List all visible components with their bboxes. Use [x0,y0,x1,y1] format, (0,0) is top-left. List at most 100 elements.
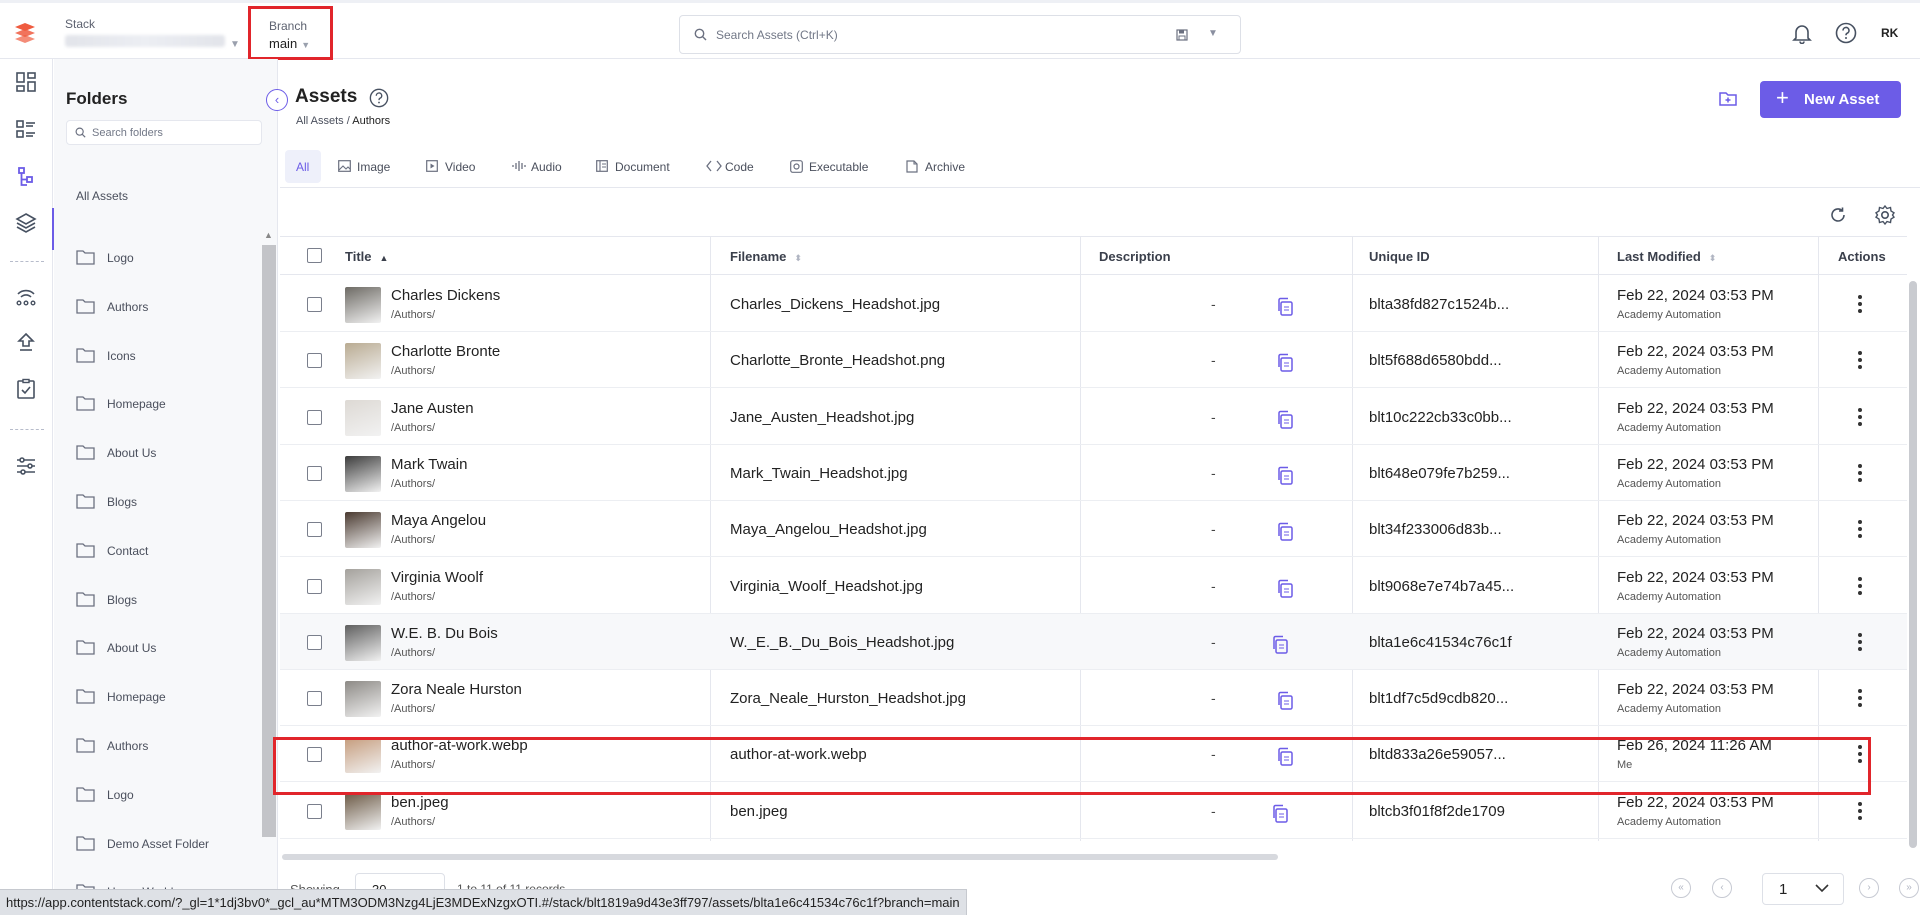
table-row[interactable]: Charlotte Bronte/Authors/Charlotte_Bront… [280,332,1907,389]
copy-icon[interactable] [1276,353,1294,373]
table-horizontal-scrollbar[interactable] [282,854,1278,860]
more-actions-icon[interactable] [1857,687,1863,709]
copy-icon[interactable] [1276,691,1294,711]
asset-title[interactable]: ben.jpeg [391,794,449,811]
more-actions-icon[interactable] [1857,293,1863,315]
table-row[interactable]: Charles Dickens/Authors/Charles_Dickens_… [280,276,1907,332]
asset-thumbnail[interactable] [345,624,381,661]
publish-queue-icon[interactable] [14,331,38,355]
first-page-icon[interactable]: « [1671,878,1691,898]
copy-icon[interactable] [1271,635,1289,655]
prev-page-icon[interactable]: ‹ [1712,878,1732,898]
copy-icon[interactable] [1271,804,1289,824]
asset-thumbnail[interactable] [345,343,381,380]
copy-icon[interactable] [1276,522,1294,542]
asset-title[interactable]: W.E. B. Du Bois [391,625,498,642]
asset-thumbnail[interactable] [345,568,381,605]
notification-bell-icon[interactable] [1791,22,1813,44]
webhooks-icon[interactable] [14,284,38,308]
more-actions-icon[interactable] [1857,406,1863,428]
asset-title[interactable]: Charlotte Bronte [391,343,500,360]
row-checkbox[interactable] [307,297,322,312]
chevron-down-icon[interactable]: ▼ [1208,28,1218,39]
table-row[interactable]: Mark Twain/Authors/Mark_Twain_Headshot.j… [280,445,1907,501]
breadcrumb-root[interactable]: All Assets [296,115,344,127]
select-all-checkbox[interactable] [307,248,322,263]
more-actions-icon[interactable] [1857,575,1863,597]
asset-filename: W._E._B._Du_Bois_Headshot.jpg [730,633,955,651]
row-checkbox[interactable] [307,409,322,425]
tab-all[interactable]: All [285,150,321,183]
column-last-modified[interactable]: Last Modified ⬍ [1617,249,1716,264]
column-filename[interactable]: Filename ⬍ [730,249,802,264]
asset-thumbnail[interactable] [345,512,381,549]
user-avatar[interactable]: RK [1881,26,1898,40]
last-page-icon[interactable]: » [1899,878,1919,898]
table-row[interactable]: Virginia Woolf/Authors/Virginia_Woolf_He… [280,558,1907,614]
table-vertical-scrollbar[interactable] [1909,281,1917,848]
row-checkbox[interactable] [307,691,322,707]
asset-search[interactable]: Search Assets (Ctrl+K) ▼ [679,15,1241,54]
new-asset-button[interactable]: + New Asset [1760,81,1901,118]
tasks-icon[interactable] [14,377,38,401]
asset-thumbnail[interactable] [345,287,381,323]
more-actions-icon[interactable] [1857,462,1863,484]
row-checkbox[interactable] [307,578,322,594]
table-row[interactable]: Zora Neale Hurston/Authors/Zora_Neale_Hu… [280,670,1907,727]
sort-icon[interactable]: ⬍ [1709,253,1717,263]
asset-title[interactable]: Charles Dickens [391,287,500,304]
branch-selector[interactable]: Branch main ▼ [248,6,333,60]
content-models-icon[interactable] [14,117,38,141]
page-select[interactable]: 1 [1762,873,1844,905]
more-actions-icon[interactable] [1857,800,1863,822]
asset-type-tabs: All Image Video Audio Document Code Exec… [280,148,1920,188]
sort-ascending-icon[interactable]: ▲ [380,253,389,263]
new-folder-icon[interactable] [1718,89,1738,109]
settings-sliders-icon[interactable] [14,454,38,478]
copy-icon[interactable] [1276,579,1294,599]
table-row[interactable]: Maya Angelou/Authors/Maya_Angelou_Headsh… [280,501,1907,558]
copy-icon[interactable] [1276,297,1294,317]
dashboard-icon[interactable] [14,70,38,94]
all-assets-link[interactable]: All Assets [76,189,128,203]
row-checkbox[interactable] [307,803,322,819]
more-actions-icon[interactable] [1857,518,1863,540]
asset-title[interactable]: Mark Twain [391,456,467,473]
asset-thumbnail[interactable] [345,681,381,718]
asset-thumbnail[interactable] [345,793,381,830]
row-checkbox[interactable] [307,522,322,538]
folder-search-input[interactable]: Search folders [92,127,163,139]
assets-icon[interactable] [14,165,38,189]
asset-title[interactable]: Maya Angelou [391,512,486,529]
asset-title[interactable]: Virginia Woolf [391,569,483,586]
layers-icon[interactable] [14,211,38,235]
asset-thumbnail[interactable] [345,455,381,492]
table-row[interactable]: Jane Austen/Authors/Jane_Austen_Headshot… [280,389,1907,445]
copy-icon[interactable] [1276,466,1294,486]
saved-search-icon[interactable] [1176,29,1188,41]
breadcrumb: All Assets / Authors [296,115,390,127]
asset-title[interactable]: Jane Austen [391,400,474,417]
sort-icon[interactable]: ⬍ [794,253,802,263]
asset-thumbnail[interactable] [345,399,381,436]
more-actions-icon[interactable] [1857,349,1863,371]
copy-icon[interactable] [1276,410,1294,430]
row-checkbox[interactable] [307,353,322,369]
stack-selector[interactable]: Stack ▼ [65,17,240,50]
folder-search[interactable]: Search folders [66,120,262,145]
more-actions-icon[interactable] [1857,631,1863,653]
table-row[interactable]: W.E. B. Du Bois/Authors/W._E._B._Du_Bois… [280,613,1907,670]
column-title[interactable]: Title ▲ [345,249,388,264]
help-icon[interactable] [369,88,389,108]
gear-icon[interactable] [1874,204,1896,226]
contentstack-logo-icon[interactable] [12,21,38,45]
refresh-icon[interactable] [1828,205,1848,225]
collapse-panel-button[interactable]: ‹ [266,89,288,111]
asset-title[interactable]: Zora Neale Hurston [391,681,522,698]
row-checkbox[interactable] [307,465,322,481]
next-page-icon[interactable]: › [1859,878,1879,898]
row-checkbox[interactable] [307,634,322,650]
scroll-up-icon[interactable]: ▲ [264,230,273,240]
help-icon[interactable] [1835,22,1857,44]
search-input[interactable]: Search Assets (Ctrl+K) [716,28,838,42]
